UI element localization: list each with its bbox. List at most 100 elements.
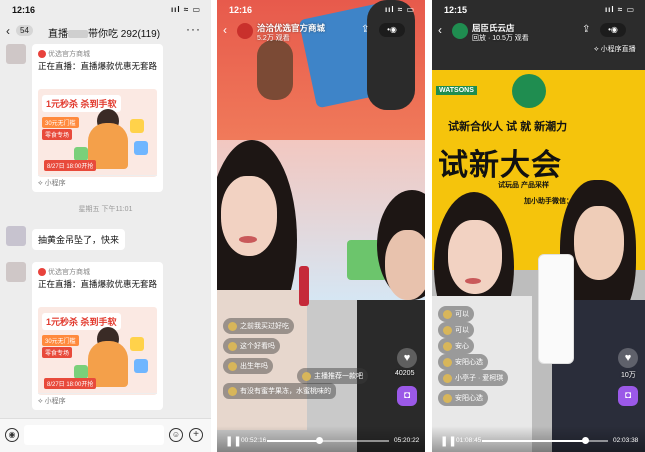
brand-logo-icon — [38, 268, 46, 277]
status-time: 12:16 — [229, 5, 253, 15]
card-divider — [38, 393, 157, 394]
pause-icon[interactable]: ❚❚ — [440, 436, 457, 447]
share-icon[interactable]: ⇪ — [582, 24, 590, 35]
cohost-face — [574, 206, 624, 280]
commenter-avatar — [443, 325, 452, 335]
lipstick-product — [299, 266, 309, 306]
more-menu-icon[interactable]: •◉ — [379, 23, 405, 37]
progress-fill — [267, 440, 320, 442]
host-lips — [465, 278, 481, 284]
total-time: 02:03:38 — [613, 437, 639, 444]
shop-logo-icon[interactable] — [452, 23, 468, 39]
product-icon — [130, 337, 144, 351]
card-poster: 1元秒杀 杀到手软 30元无门槛 零食专场 8/27日 18:00开抢 — [38, 307, 157, 395]
mini-program-text: 小程序 — [44, 180, 66, 187]
current-time: 01:08:45 — [456, 437, 482, 444]
avatar[interactable] — [6, 44, 26, 64]
cohost-face — [385, 230, 425, 300]
like-count: 40205 — [395, 370, 415, 377]
like-count: 10万 — [621, 372, 636, 379]
pause-icon[interactable]: ❚❚ — [225, 436, 242, 447]
heart-icon[interactable]: ♥ — [397, 348, 417, 368]
mini-program-card[interactable]: 优选官方商城 正在直播：直播爆款优惠无套路 1元秒杀 杀到手软 30元无门槛 零… — [32, 262, 163, 410]
back-icon[interactable]: ‹ — [438, 23, 442, 37]
shopping-bag-icon[interactable]: ◘ — [618, 386, 638, 406]
panel-gap — [425, 0, 432, 452]
playback-bar: ❚❚ 00:52:16 05:20:22 — [217, 426, 425, 452]
comment-text: 出生年吗 — [240, 363, 268, 370]
product-icon — [74, 147, 88, 161]
emoji-icon[interactable]: ☺ — [169, 428, 183, 442]
progress-track[interactable] — [482, 437, 608, 444]
avatar[interactable] — [6, 226, 26, 246]
message-input[interactable] — [24, 425, 164, 445]
shopping-bag-icon[interactable]: ◘ — [397, 386, 417, 406]
comment-text: 可以 — [455, 327, 469, 334]
live-comment: 有没有蜜芋果冻，水蜜桃味的 — [223, 383, 336, 399]
banner-main-line: 试新大会 — [438, 149, 562, 182]
progress-fill — [482, 440, 586, 442]
commenter-avatar — [228, 321, 237, 331]
card-source: 优选官方商城 — [38, 267, 90, 277]
mini-program-live-text: 小程序直播 — [600, 46, 636, 53]
live-comment: 小亭子 · 爱柯琪 — [438, 370, 509, 386]
progress-knob[interactable] — [316, 437, 324, 444]
share-icon[interactable]: ⇪ — [361, 24, 369, 35]
live-comment: 安阳心选 — [438, 390, 488, 406]
commenter-avatar — [228, 341, 237, 351]
back-icon[interactable]: ‹ — [223, 23, 227, 37]
commenter-avatar — [228, 361, 237, 371]
total-time: 05:20:22 — [394, 437, 420, 444]
poster-date: 8/27日 18:00开抢 — [44, 160, 97, 171]
unread-count-badge[interactable]: 54 — [16, 25, 33, 36]
group-title-prefix: 直播 — [48, 29, 68, 40]
live-comment: 安心 — [438, 338, 474, 354]
commenter-avatar — [443, 357, 452, 367]
live-comment: 这个好看吗 — [223, 338, 280, 354]
playback-bar: ❚❚ 01:08:45 02:03:38 — [432, 426, 645, 452]
avatar[interactable] — [6, 262, 26, 282]
blurred-name — [68, 30, 88, 39]
live-comment: 主播推荐一款吧 — [297, 368, 368, 384]
signal-icons: ııl ≈ ▭ — [604, 5, 635, 14]
card-poster: 1元秒杀 杀到手软 30元无门槛 零食专场 8/27日 18:00开抢 — [38, 89, 157, 177]
card-live-text: 正在直播：直播爆款优惠无套路 — [38, 61, 158, 71]
more-icon[interactable]: ··· — [186, 22, 201, 36]
current-time: 00:52:16 — [241, 437, 267, 444]
progress-knob[interactable] — [582, 437, 590, 444]
brand-logo-icon — [38, 50, 46, 59]
comment-text: 有没有蜜芋果冻，水蜜桃味的 — [240, 388, 331, 395]
banner-sub-line: 试玩品 产品采样 — [498, 182, 549, 189]
product-icon — [134, 359, 148, 373]
signal-icons: ııl ≈ ▭ — [384, 5, 415, 14]
chat-timestamp: 星期五 下午11:01 — [78, 206, 133, 213]
group-title: 直播 带你吃 292(119) — [48, 25, 160, 40]
voice-icon[interactable]: ◉ — [5, 428, 19, 442]
commenter-avatar — [443, 309, 452, 319]
more-menu-icon[interactable]: •◉ — [600, 23, 626, 37]
mini-program-card[interactable]: 优选官方商城 正在直播：直播爆款优惠无套路 1元秒杀 杀到手软 30元无门槛 零… — [32, 44, 163, 192]
product-tube — [538, 254, 574, 364]
chat-message-bubble[interactable]: 抽黄金吊坠了，快来 — [32, 229, 126, 250]
product-bag — [257, 40, 293, 100]
chat-input-bar: ◉ ☺ + — [0, 418, 211, 452]
status-bar: 12:16 ııl ≈ ▭ — [0, 0, 211, 20]
live-comment: 之前我买过好吃 — [223, 318, 294, 334]
brand-badge-icon — [512, 74, 546, 108]
poster-coupon: 30元无门槛 — [42, 117, 79, 128]
progress-track[interactable] — [267, 437, 389, 444]
shop-logo-icon[interactable] — [237, 23, 253, 39]
live-comment: 安阳心选 — [438, 354, 488, 370]
card-live-text: 正在直播：直播爆款优惠无套路 — [38, 279, 158, 289]
card-source-text: 优选官方商城 — [48, 51, 90, 58]
live-comment: 出生年吗 — [223, 358, 273, 374]
plus-icon[interactable]: + — [189, 428, 203, 442]
heart-icon[interactable]: ♥ — [618, 348, 638, 368]
banner-top-line: 试新合伙人 试 就 新潮力 — [448, 121, 568, 133]
poster-category: 零食专场 — [42, 347, 73, 358]
live-stream-screen-2: WATSONS 试新合伙人 试 就 新潮力 试新大会 试玩品 产品采样 加小助手… — [432, 0, 645, 452]
live-header: ‹ 洽洽优选官方商城 5.2万 观看 ⇪ •◉ — [217, 20, 425, 44]
comment-text: 之前我买过好吃 — [240, 323, 289, 330]
back-icon[interactable]: ‹ — [6, 24, 10, 38]
comment-text: 这个好看吗 — [240, 343, 275, 350]
